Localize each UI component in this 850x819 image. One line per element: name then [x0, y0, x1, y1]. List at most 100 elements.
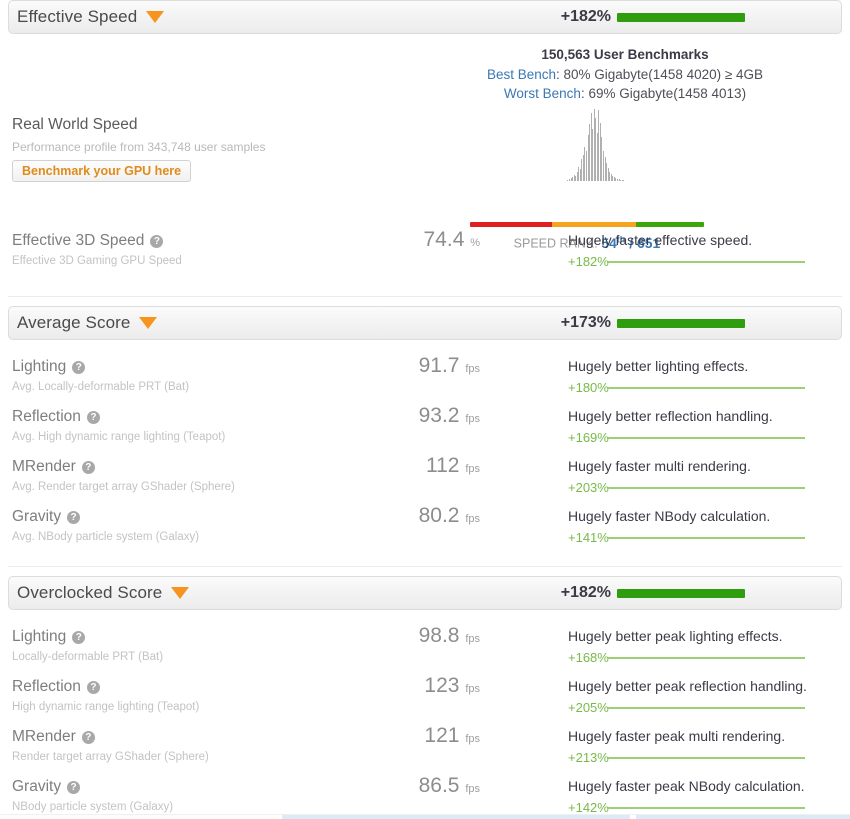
- metric-comment: Hugely better peak reflection handling.: [568, 678, 807, 694]
- section-header-effective-speed[interactable]: Effective Speed +182%: [8, 0, 842, 34]
- caret-down-icon[interactable]: [146, 11, 165, 23]
- metric-value: 121 fps: [360, 724, 480, 748]
- metric-row-mrender: MRender? Render target array GShader (Sph…: [0, 724, 850, 778]
- metric-value-number: 93.2: [418, 404, 460, 427]
- metric-comment: Hugely better lighting effects.: [568, 358, 749, 374]
- benchmark-your-gpu-button[interactable]: Benchmark your GPU here: [12, 160, 192, 182]
- section-header-average-score[interactable]: Average Score +173%: [8, 306, 842, 340]
- worst-bench-line: Worst Bench: 69% Gigabyte(1458 4013): [425, 86, 825, 101]
- metric-comment: Hugely better peak lighting effects.: [568, 628, 783, 644]
- worst-bench-value: : 69% Gigabyte(1458 4013): [580, 86, 747, 101]
- help-icon[interactable]: ?: [72, 630, 86, 644]
- metric-gain: +182%: [568, 254, 609, 269]
- metric-name: Gravity?: [12, 778, 81, 796]
- benchmark-count: 150,563 User Benchmarks: [541, 47, 709, 62]
- metric-value: 98.8 fps: [360, 624, 480, 648]
- help-icon[interactable]: ?: [86, 410, 100, 424]
- metric-gain: +213%: [568, 750, 609, 765]
- help-icon[interactable]: ?: [150, 234, 164, 248]
- scale-segment-2: [636, 222, 704, 227]
- caret-down-icon[interactable]: [139, 317, 158, 329]
- section-bar: [617, 12, 745, 22]
- metric-description: NBody particle system (Galaxy): [12, 801, 174, 813]
- metric-description: Effective 3D Gaming GPU Speed: [12, 255, 182, 267]
- scale-segment-1: [551, 222, 637, 227]
- section-percent: +173%: [560, 314, 611, 331]
- help-icon[interactable]: ?: [72, 360, 86, 374]
- metric-description: Avg. NBody particle system (Galaxy): [12, 531, 200, 543]
- metric-gain-bar: [608, 657, 805, 659]
- metric-row-reflection: Reflection? Avg. High dynamic range light…: [0, 404, 850, 458]
- metric-gain: +169%: [568, 430, 609, 445]
- metric-gain: +142%: [568, 800, 609, 815]
- metric-gain-bar: [608, 437, 805, 439]
- performance-histogram: [470, 109, 704, 181]
- page-bottom-strip: [0, 814, 850, 819]
- metric-comment: Hugely faster peak multi rendering.: [568, 728, 786, 744]
- performance-scale-bar: [470, 222, 704, 227]
- help-icon[interactable]: ?: [81, 730, 95, 744]
- metric-comment: Hugely faster NBody calculation.: [568, 508, 771, 524]
- metric-name: MRender?: [12, 728, 95, 746]
- metric-gain-bar: [608, 807, 805, 809]
- scale-segment-0: [470, 222, 552, 227]
- divider: [8, 566, 842, 567]
- section-percent: +182%: [560, 584, 611, 601]
- section-title: Average Score: [17, 313, 131, 332]
- metric-name: Effective 3D Speed ?: [12, 232, 164, 250]
- metric-row-effective-3d-speed: Effective 3D Speed ? Effective 3D Gaming…: [0, 228, 850, 282]
- metric-value-unit: fps: [465, 633, 480, 645]
- metric-value: 74.4 %: [423, 228, 481, 251]
- benchmark-summary: 150,563 User Benchmarks Best Bench: 80% …: [0, 44, 850, 251]
- metric-comment: Hugely faster effective speed.: [568, 232, 753, 248]
- metric-value-number: 98.8: [418, 624, 460, 647]
- metric-gain: +180%: [568, 380, 609, 395]
- metric-value-number: 112: [425, 454, 460, 477]
- metric-name-text: Gravity: [12, 778, 62, 795]
- caret-down-icon[interactable]: [171, 587, 190, 599]
- section-bar: [617, 318, 745, 328]
- help-icon[interactable]: ?: [67, 510, 81, 524]
- metric-row-gravity: Gravity? Avg. NBody particle system (Gala…: [0, 504, 850, 558]
- metric-gain: +205%: [568, 700, 609, 715]
- metric-name: Reflection?: [12, 678, 100, 696]
- metric-row-lighting: Lighting? Avg. Locally-deformable PRT (Ba…: [0, 354, 850, 408]
- histogram-bar: [623, 180, 625, 181]
- metric-value-unit: fps: [465, 733, 480, 745]
- metric-name: MRender?: [12, 458, 95, 476]
- metric-name-text: MRender: [12, 458, 76, 475]
- best-bench-label[interactable]: Best Bench: [487, 67, 556, 82]
- metric-name: Lighting?: [12, 628, 86, 646]
- metric-name-text: MRender: [12, 728, 76, 745]
- metric-value-unit: fps: [465, 683, 480, 695]
- metric-gain-bar: [608, 757, 805, 759]
- metric-name-text: Lighting: [12, 628, 67, 645]
- gpu-benchmark-panel: Effective Speed +182% 150,563 User Bench…: [0, 0, 850, 819]
- help-icon[interactable]: ?: [81, 460, 95, 474]
- metric-gain-bar: [608, 261, 805, 263]
- section-header-overclocked-score[interactable]: Overclocked Score +182%: [8, 576, 842, 610]
- real-world-speed-subtitle: Performance profile from 343,748 user sa…: [12, 140, 266, 154]
- metric-name-text: Lighting: [12, 358, 67, 375]
- help-icon[interactable]: ?: [86, 680, 100, 694]
- metric-value-number: 123: [424, 674, 460, 697]
- section-title: Effective Speed: [17, 7, 138, 26]
- metric-row-lighting: Lighting? Locally-deformable PRT (Bat) 98.…: [0, 624, 850, 678]
- metric-description: Locally-deformable PRT (Bat): [12, 651, 164, 663]
- metric-value: 86.5 fps: [360, 774, 480, 798]
- metric-value-unit: fps: [465, 363, 480, 375]
- metric-name: Gravity?: [12, 508, 81, 526]
- section-title: Overclocked Score: [17, 583, 163, 602]
- help-icon[interactable]: ?: [67, 780, 81, 794]
- metric-gain-bar: [608, 537, 805, 539]
- metric-name: Lighting?: [12, 358, 86, 376]
- metric-gain: +203%: [568, 480, 609, 495]
- worst-bench-label[interactable]: Worst Bench: [504, 86, 581, 101]
- metric-description: High dynamic range lighting (Teapot): [12, 701, 200, 713]
- metric-gain: +141%: [568, 530, 609, 545]
- metric-gain-bar: [608, 387, 805, 389]
- metric-value: 93.2 fps: [360, 404, 480, 428]
- metric-value: 123 fps: [360, 674, 480, 698]
- metric-value-number: 80.2: [418, 504, 460, 527]
- metric-value-unit: fps: [465, 783, 480, 795]
